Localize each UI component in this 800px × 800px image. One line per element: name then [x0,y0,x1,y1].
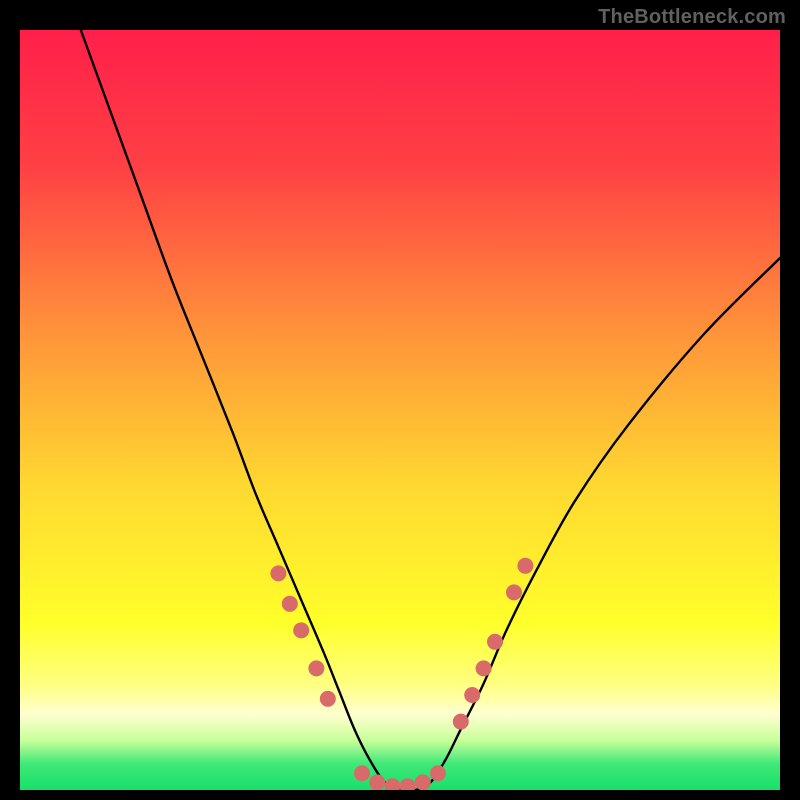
curve-marker [430,765,446,781]
curve-marker [293,622,309,638]
curve-marker [517,558,533,574]
curve-marker [320,691,336,707]
curve-marker [476,660,492,676]
curve-marker [415,774,431,790]
curve-marker [354,765,370,781]
curve-marker [270,565,286,581]
chart-frame [20,30,780,790]
curve-marker [369,774,385,790]
bottleneck-chart [20,30,780,790]
curve-marker [453,714,469,730]
watermark-text: TheBottleneck.com [598,6,786,29]
curve-marker [308,660,324,676]
curve-marker [464,687,480,703]
chart-background [20,30,780,790]
curve-marker [487,634,503,650]
curve-marker [282,596,298,612]
curve-marker [506,584,522,600]
